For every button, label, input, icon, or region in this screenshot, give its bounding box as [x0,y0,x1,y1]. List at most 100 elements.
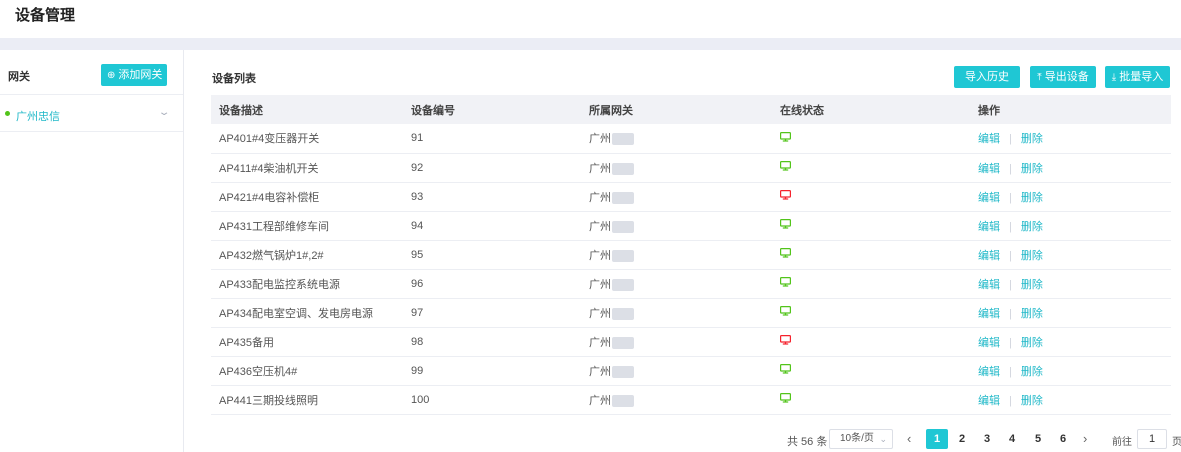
delete-link[interactable]: 删除 [1021,221,1043,233]
chevron-down-icon[interactable]: ⌄ [158,107,171,118]
device-description: AP421#4电容补偿柜 [211,182,403,212]
batch-import-button[interactable]: ⤓ 批量导入 [1105,66,1170,88]
redacted-text [612,133,634,146]
page-size-select[interactable]: 10条/页 ⌄ [829,429,893,449]
edit-link[interactable]: 编辑 [978,192,1000,204]
gateway-name: 广州 [589,307,611,320]
edit-link[interactable]: 编辑 [978,250,1000,262]
gateway-name: 广州 [589,191,611,204]
device-number: 93 [403,182,581,212]
redacted-text [612,220,634,233]
edit-link[interactable]: 编辑 [978,337,1000,349]
goto-label: 前往 [1112,437,1132,448]
delete-link[interactable]: 删除 [1021,192,1043,204]
edit-link[interactable]: 编辑 [978,308,1000,320]
device-status [772,269,970,299]
page-button-4[interactable]: 4 [1001,429,1023,449]
goto-page-input[interactable] [1137,429,1167,449]
device-table: 设备描述 设备编号 所属网关 在线状态 操作 AP401#4变压器开关 91 广州编… [211,95,1171,415]
page-button-5[interactable]: 5 [1027,429,1049,449]
device-actions: 编辑 | 删除 [970,182,1171,212]
delete-link[interactable]: 删除 [1021,133,1043,145]
delete-link[interactable]: 删除 [1021,308,1043,320]
action-divider: | [1009,133,1012,146]
edit-link[interactable]: 编辑 [978,163,1000,175]
device-number: 100 [403,385,581,415]
edit-link[interactable]: 编辑 [978,221,1000,233]
device-gateway: 广州 [581,240,772,270]
monitor-online-icon [780,393,792,406]
gateway-item-guangzhou[interactable]: 广州忠信 ⌄ [0,96,183,132]
redacted-text [612,336,634,349]
table-row: AP401#4变压器开关 91 广州 编辑 | 删除 [211,124,1171,154]
table-row: AP435备用 98 广州 编辑 | 删除 [211,327,1171,357]
device-gateway: 广州 [581,182,772,212]
device-number: 97 [403,298,581,328]
gateway-name: 广州 [589,278,611,291]
gateway-panel: 网关 ⊕ 添加网关 广州忠信 ⌄ [0,50,184,452]
page-button-3[interactable]: 3 [976,429,998,449]
export-devices-button[interactable]: ⤒ 导出设备 [1030,66,1096,88]
delete-link[interactable]: 删除 [1021,279,1043,291]
device-actions: 编辑 | 删除 [970,298,1171,328]
action-divider: | [1009,191,1012,204]
edit-link[interactable]: 编辑 [978,395,1000,407]
edit-link[interactable]: 编辑 [978,366,1000,378]
device-actions: 编辑 | 删除 [970,327,1171,357]
edit-link[interactable]: 编辑 [978,279,1000,291]
batch-import-label: 批量导入 [1119,71,1164,83]
column-header-description: 设备描述 [211,95,403,124]
monitor-online-icon [780,306,792,319]
page-title: 设备管理 [15,7,76,24]
table-row: AP441三期投线照明 100 广州 编辑 | 删除 [211,385,1171,415]
edit-link[interactable]: 编辑 [978,133,1000,145]
device-gateway: 广州 [581,356,772,386]
device-description: AP433配电监控系统电源 [211,269,403,299]
gateway-name: 广州 [589,336,611,349]
monitor-online-icon [780,131,792,145]
gateway-panel-header: 网关 ⊕ 添加网关 [0,50,183,95]
action-divider: | [1009,278,1012,291]
page-button-2[interactable]: 2 [951,429,973,449]
device-number: 96 [403,269,581,299]
download-icon: ⤓ [1111,72,1117,83]
device-actions: 编辑 | 删除 [970,211,1171,241]
import-history-button[interactable]: 导入历史 [954,66,1020,88]
action-divider: | [1009,249,1012,262]
table-row: AP433配电监控系统电源 96 广州 编辑 | 删除 [211,269,1171,299]
next-page-icon[interactable]: › [1083,431,1087,446]
gateway-name: 广州 [589,249,611,262]
device-status [772,385,970,415]
action-divider: | [1009,162,1012,175]
delete-link[interactable]: 删除 [1021,250,1043,262]
device-description: AP431工程部维修车间 [211,211,403,241]
device-actions: 编辑 | 删除 [970,124,1171,154]
device-status [772,327,970,357]
monitor-online-icon [780,364,792,377]
prev-page-icon[interactable]: ‹ [907,431,911,446]
page-unit-label: 页 [1172,437,1181,448]
delete-link[interactable]: 删除 [1021,337,1043,349]
gateway-name: 广州 [589,133,611,146]
device-gateway: 广州 [581,153,772,183]
device-description: AP441三期投线照明 [211,385,403,415]
device-actions: 编辑 | 删除 [970,356,1171,386]
monitor-online-icon [780,248,792,261]
delete-link[interactable]: 删除 [1021,163,1043,175]
page-button-1[interactable]: 1 [926,429,948,449]
add-gateway-button[interactable]: ⊕ 添加网关 [101,64,167,86]
upload-icon: ⤒ [1037,72,1042,83]
redacted-text [612,307,634,320]
redacted-text [612,162,634,175]
device-status [772,153,970,183]
delete-link[interactable]: 删除 [1021,366,1043,378]
device-list-panel: 设备列表 导入历史 ⤒ 导出设备 ⤓ 批量导入 设备描述 设备编号 所属网关 在线状… [196,50,1181,452]
device-gateway: 广州 [581,385,772,415]
gateway-panel-title: 网关 [8,71,30,83]
redacted-text [612,191,634,204]
delete-link[interactable]: 删除 [1021,395,1043,407]
device-actions: 编辑 | 删除 [970,385,1171,415]
device-number: 99 [403,356,581,386]
device-status [772,124,970,154]
page-button-6[interactable]: 6 [1052,429,1074,449]
